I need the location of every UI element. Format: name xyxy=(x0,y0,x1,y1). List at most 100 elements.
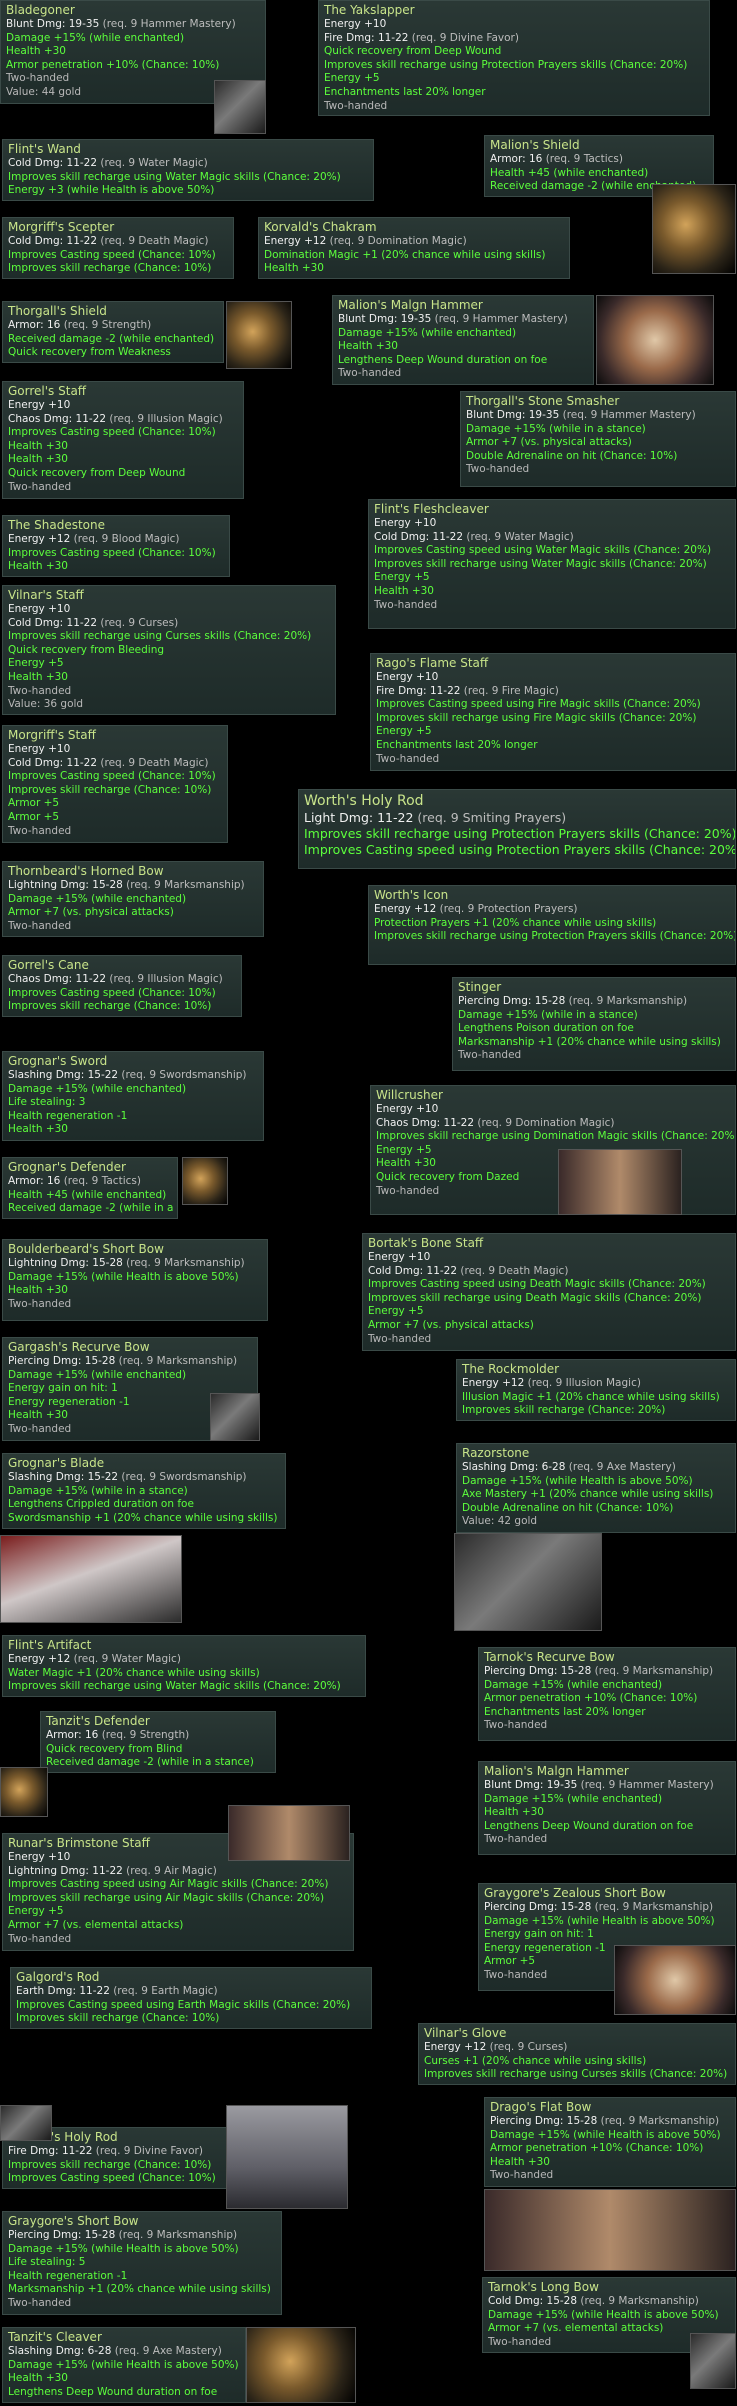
stat-value: 11-22 xyxy=(377,810,414,825)
stat-value: 11-22 xyxy=(429,684,461,697)
item-stat: Armor: 16 (req. 9 Strength) xyxy=(8,319,218,333)
item-stat: Piercing Dmg: 15-28 (req. 9 Marksmanship… xyxy=(490,2115,730,2129)
stat-requirement: (req. 9 Protection Prayers) xyxy=(436,903,578,915)
item-stat: Cold Dmg: 11-22 (req. 9 Water Magic) xyxy=(8,157,368,171)
item-title: Tanzit's Cleaver xyxy=(8,2330,102,2344)
item-title: Morgriff's Scepter xyxy=(8,220,115,234)
item-modifier: Double Adrenaline on hit (Chance: 10%) xyxy=(462,1501,674,1514)
stat-requirement: (req. 9 Hammer Mastery) xyxy=(577,1779,714,1791)
item-stat: Energy +10 xyxy=(8,399,238,413)
stat-requirement: (req. 9 Hammer Mastery) xyxy=(99,18,236,30)
item-modifier: Improves Casting speed using Death Magic… xyxy=(368,1278,706,1291)
item-modifier: Energy +5 xyxy=(8,657,64,670)
stat-value: 16 xyxy=(46,319,61,331)
stat-requirement: (req. 9 Air Magic) xyxy=(122,1864,217,1877)
item-modifier: Damage +15% (while enchanted) xyxy=(484,1792,663,1805)
item-modifier: Armor +5 xyxy=(8,810,60,823)
item-modifier: Health +30 xyxy=(484,1806,544,1819)
stat-value: 19-35 xyxy=(400,313,432,325)
item-modifier: Damage +15% (while Health is above 50%) xyxy=(490,2128,721,2141)
stat-label: Piercing Dmg: xyxy=(8,1355,85,1367)
item-modifier: Quick recovery from Deep Wound xyxy=(8,466,186,479)
item-modifier: Energy +5 xyxy=(8,1905,64,1918)
stat-requirement: (req. 9 Earth Magic) xyxy=(109,1985,218,1997)
item-stat: Lightning Dmg: 11-22 (req. 9 Air Magic) xyxy=(8,1865,348,1879)
item-title: Tanzit's Defender xyxy=(46,1714,150,1728)
item-title: Razorstone xyxy=(462,1446,530,1460)
stat-label: Energy +10 xyxy=(8,743,71,755)
stat-label: Cold Dmg: xyxy=(374,530,433,543)
weapon-image xyxy=(0,1535,182,1623)
stat-value: 11-22 xyxy=(92,1864,123,1877)
stat-label: Light Dmg: xyxy=(304,810,378,825)
item-stat: Slashing Dmg: 15-22 (req. 9 Swordsmanshi… xyxy=(8,1069,258,1083)
item-stat: Blunt Dmg: 19-35 (req. 9 Hammer Mastery) xyxy=(338,313,588,327)
item-stat: Armor: 16 (req. 9 Strength) xyxy=(46,1729,270,1743)
item-title: Tarnok's Recurve Bow xyxy=(484,1650,615,1664)
item-title: Malion's Malgn Hammer xyxy=(338,298,483,312)
item-title: The Yakslapper xyxy=(324,3,415,17)
item-stat: Cold Dmg: 11-22 (req. 9 Water Magic) xyxy=(374,531,730,545)
stat-value: 16 xyxy=(528,153,543,165)
item-card: Flint's Wand Cold Dmg: 11-22 (req. 9 Wate… xyxy=(2,139,374,201)
stat-label: Piercing Dmg: xyxy=(458,995,535,1007)
item-card: Tanzit's Cleaver Slashing Dmg: 6-28 (req.… xyxy=(2,2327,246,2403)
item-title: Vilnar's Staff xyxy=(8,588,84,602)
item-modifier: Lengthens Deep Wound duration on foe xyxy=(338,353,548,366)
item-stat: Energy +12 (req. 9 Domination Magic) xyxy=(264,235,564,249)
item-title: Morgriff's Staff xyxy=(8,728,96,742)
item-stat: Energy +10 xyxy=(374,517,730,531)
item-title: Willcrusher xyxy=(376,1088,443,1102)
character-image xyxy=(226,2105,348,2209)
item-title: Flint's Artifact xyxy=(8,1638,92,1652)
item-title: Gorrel's Cane xyxy=(8,958,89,972)
item-stat: Chaos Dmg: 11-22 (req. 9 Illusion Magic) xyxy=(8,973,236,987)
item-card: Vilnar's Glove Energy +12 (req. 9 Curses)… xyxy=(418,2023,736,2085)
item-title: Graygore's Short Bow xyxy=(8,2214,139,2228)
item-stat: Blunt Dmg: 19-35 (req. 9 Hammer Mastery) xyxy=(6,18,260,32)
item-modifier: Enchantments last 20% longer xyxy=(376,738,538,751)
item-title: Graygore's Zealous Short Bow xyxy=(484,1886,666,1900)
item-card: Gorrel's Cane Chaos Dmg: 11-22 (req. 9 Il… xyxy=(2,955,242,1017)
item-card: Drago's Flat Bow Piercing Dmg: 15-28 (req… xyxy=(484,2097,736,2187)
item-modifier: Life stealing: 3 xyxy=(8,1096,86,1109)
item-card: Malion's Malgn Hammer Blunt Dmg: 19-35 (r… xyxy=(478,1761,736,1855)
stat-value: 15-28 xyxy=(84,2229,116,2241)
stat-requirement: (req. 9 Marksmanship) xyxy=(115,1355,238,1367)
item-title: Malion's Malgn Hammer xyxy=(484,1764,629,1778)
item-stat: Armor: 16 (req. 9 Tactics) xyxy=(490,153,708,167)
shield-image xyxy=(182,1157,228,1205)
stat-label: Energy +10 xyxy=(8,1851,71,1863)
item-modifier: Improves Casting speed using Earth Magic… xyxy=(16,1998,351,2011)
item-modifier: Improves Casting speed using Fire Magic … xyxy=(376,698,701,711)
stat-value: 11-22 xyxy=(75,412,107,425)
item-modifier: Damage +15% (while Health is above 50%) xyxy=(8,2358,239,2371)
item-title: Flint's Wand xyxy=(8,142,81,156)
stat-label: Lightning Dmg: xyxy=(8,1257,93,1269)
item-modifier: Improves Casting speed using Water Magic… xyxy=(374,544,712,557)
item-modifier: Domination Magic +1 (20% chance while us… xyxy=(264,248,546,261)
item-card: Morgriff's Staff Energy +10 Cold Dmg: 11-2… xyxy=(2,725,228,843)
item-card: Galgord's Rod Earth Dmg: 11-22 (req. 9 Ea… xyxy=(10,1967,372,2029)
item-modifier: Quick recovery from Weakness xyxy=(8,346,171,359)
item-note: Two-handed xyxy=(368,1332,432,1345)
item-modifier: Improves skill recharge using Curses ski… xyxy=(8,630,312,643)
stat-label: Cold Dmg: xyxy=(368,1264,427,1277)
item-modifier: Health regeneration -1 xyxy=(8,1109,128,1122)
item-note: Two-handed xyxy=(376,752,440,765)
item-modifier: Health +45 (while enchanted) xyxy=(8,1188,167,1201)
item-stat: Cold Dmg: 11-22 (req. 9 Death Magic) xyxy=(8,235,228,249)
item-title: Tarnok's Long Bow xyxy=(488,2280,599,2294)
item-title: Boulderbeard's Short Bow xyxy=(8,1242,164,1256)
item-modifier: Energy +5 xyxy=(368,1305,424,1318)
item-title: Bortak's Bone Staff xyxy=(368,1236,484,1250)
item-note: Two-handed xyxy=(458,1049,522,1062)
item-stat: Fire Dmg: 11-22 (req. 9 Fire Magic) xyxy=(376,685,730,699)
item-title: Gorrel's Staff xyxy=(8,384,87,398)
stat-requirement: (req. 9 Hammer Mastery) xyxy=(431,313,568,325)
item-stat: Energy +12 (req. 9 Illusion Magic) xyxy=(462,1377,730,1391)
item-note: Two-handed xyxy=(8,480,72,493)
stat-value: 15-28 xyxy=(92,879,123,891)
stat-value: 11-22 xyxy=(426,1264,458,1277)
item-stat: Energy +10 xyxy=(368,1251,730,1265)
